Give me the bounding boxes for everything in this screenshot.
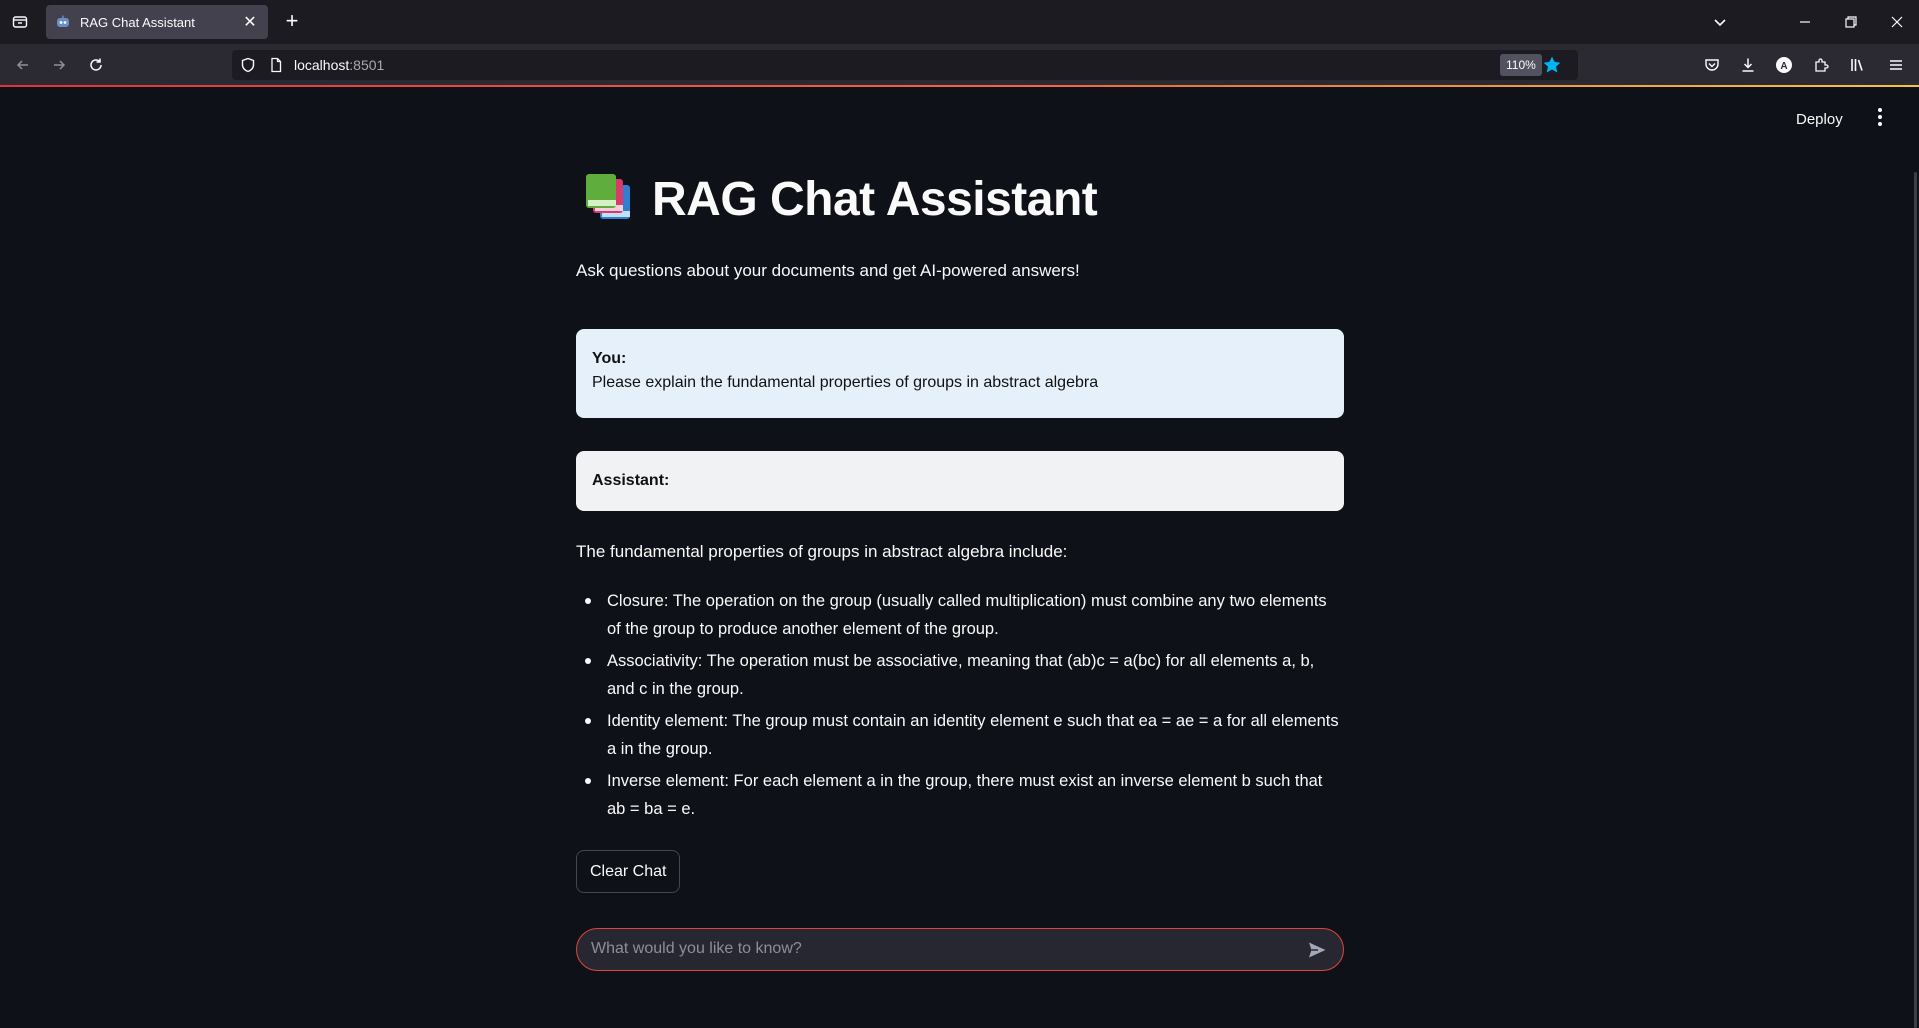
robot-favicon-icon (54, 13, 72, 31)
deploy-button[interactable]: Deploy (1790, 107, 1849, 132)
forward-icon[interactable] (47, 53, 71, 77)
user-message-text: Please explain the fundamental propertie… (592, 374, 1099, 391)
firefox-view-icon[interactable] (8, 10, 32, 34)
books-icon (584, 173, 636, 226)
user-message: You: Please explain the fundamental prop… (576, 329, 1344, 418)
zoom-level-badge[interactable]: 110% (1500, 54, 1542, 76)
url-text: localhost:8501 (294, 57, 385, 73)
clear-chat-button[interactable]: Clear Chat (576, 850, 681, 893)
page-title: RAG Chat Assistant (584, 172, 1098, 227)
list-item: Associativity: The operation must be ass… (576, 647, 1344, 703)
list-item: Closure: The operation on the group (usu… (576, 587, 1344, 643)
list-item: Identity element: The group must contain… (576, 707, 1344, 763)
scrollbar-thumb[interactable] (1914, 172, 1917, 1028)
list-all-tabs-icon[interactable] (1708, 10, 1732, 34)
new-tab-icon[interactable]: + (280, 10, 304, 34)
user-message-label: You: (592, 350, 627, 367)
chat-input-container (576, 928, 1344, 971)
pocket-icon[interactable] (1700, 53, 1724, 77)
library-icon[interactable] (1845, 53, 1869, 77)
page-subtitle: Ask questions about your documents and g… (576, 261, 1080, 280)
svg-text:A: A (1780, 61, 1787, 72)
tab-close-icon[interactable]: ✕ (240, 12, 260, 32)
minimize-icon[interactable] (1793, 10, 1817, 34)
browser-tab-bar: RAG Chat Assistant ✕ + (0, 0, 1919, 44)
chat-input[interactable] (591, 929, 1291, 969)
menu-hamburger-icon[interactable] (1884, 53, 1908, 77)
account-icon[interactable]: A (1772, 53, 1796, 77)
browser-tab-active[interactable]: RAG Chat Assistant ✕ (46, 5, 268, 39)
extensions-icon[interactable] (1809, 53, 1833, 77)
assistant-message: Assistant: (576, 451, 1344, 511)
back-icon[interactable] (11, 53, 35, 77)
close-window-icon[interactable] (1885, 10, 1909, 34)
shield-icon[interactable] (240, 57, 256, 73)
answer-intro: The fundamental properties of groups in … (576, 542, 1068, 561)
main-menu-icon[interactable] (1868, 104, 1892, 130)
send-icon[interactable] (1305, 938, 1329, 962)
restore-icon[interactable] (1839, 10, 1863, 34)
app-container: Deploy RAG Chat Assistant Ask questions … (0, 87, 1919, 1028)
answer-list: Closure: The operation on the group (usu… (576, 587, 1344, 827)
bookmark-star-icon[interactable] (1542, 55, 1562, 75)
browser-nav-bar: localhost:8501 110% A (0, 44, 1919, 86)
list-item: Inverse element: For each element a in t… (576, 767, 1344, 823)
downloads-icon[interactable] (1736, 53, 1760, 77)
tab-title: RAG Chat Assistant (80, 14, 195, 30)
address-bar[interactable]: localhost:8501 110% (232, 50, 1578, 80)
assistant-message-label: Assistant: (592, 472, 670, 489)
page-info-icon[interactable] (268, 57, 284, 73)
reload-icon[interactable] (84, 53, 108, 77)
page-title-text: RAG Chat Assistant (652, 173, 1098, 226)
